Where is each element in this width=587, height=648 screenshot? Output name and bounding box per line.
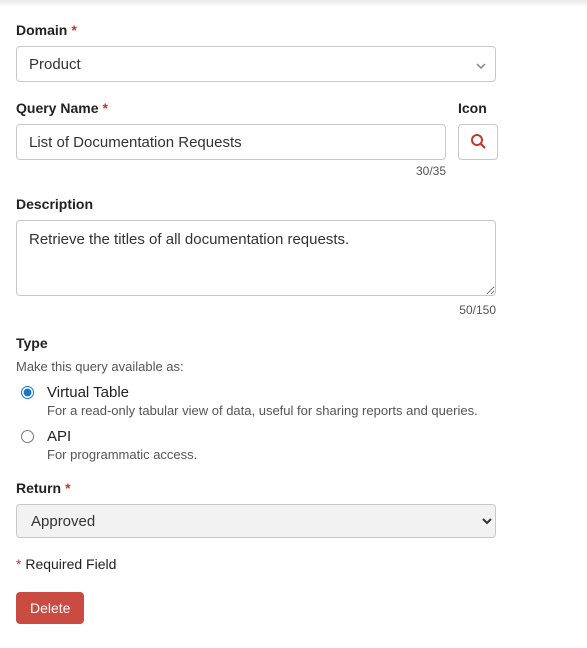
- queryname-row: Query Name * 30/35 Icon: [16, 100, 571, 178]
- description-field: Description 50/150: [16, 196, 571, 317]
- return-label: Return *: [16, 480, 571, 496]
- radio-virtual-table-label: Virtual Table: [47, 384, 478, 401]
- return-label-text: Return: [16, 480, 61, 496]
- icon-label-text: Icon: [458, 100, 487, 116]
- icon-picker-button[interactable]: [458, 124, 498, 160]
- description-textarea[interactable]: [16, 220, 496, 296]
- domain-label: Domain *: [16, 22, 571, 38]
- queryname-counter: 30/35: [16, 164, 446, 178]
- radio-api-textcol: API For programmatic access.: [47, 428, 197, 462]
- description-label: Description: [16, 196, 571, 212]
- type-label: Type: [16, 335, 571, 351]
- icon-col: Icon: [458, 100, 498, 160]
- icon-label: Icon: [458, 100, 498, 116]
- form-container: Domain * Product Query Name * 30/35 Icon: [0, 6, 587, 648]
- radio-api-desc: For programmatic access.: [47, 447, 197, 462]
- search-icon: [470, 133, 486, 152]
- type-radio-group: Virtual Table For a read-only tabular vi…: [16, 384, 571, 462]
- type-subtext: Make this query available as:: [16, 359, 571, 374]
- type-label-text: Type: [16, 335, 48, 351]
- return-select[interactable]: Approved: [16, 504, 496, 538]
- radio-virtual-table-input[interactable]: [21, 386, 34, 399]
- domain-label-text: Domain: [16, 22, 67, 38]
- required-field-note: * Required Field: [16, 556, 571, 572]
- required-mark: *: [71, 22, 76, 38]
- description-counter: 50/150: [16, 303, 496, 317]
- queryname-col: Query Name * 30/35: [16, 100, 446, 178]
- domain-select[interactable]: Product: [16, 46, 496, 82]
- queryname-label-text: Query Name: [16, 100, 98, 116]
- radio-virtual-table-textcol: Virtual Table For a read-only tabular vi…: [47, 384, 478, 418]
- domain-field: Domain * Product: [16, 22, 571, 82]
- radio-virtual-table: Virtual Table For a read-only tabular vi…: [16, 384, 571, 418]
- delete-button[interactable]: Delete: [16, 592, 84, 624]
- queryname-label: Query Name *: [16, 100, 446, 116]
- domain-select-wrap: Product: [16, 46, 496, 82]
- required-mark: *: [65, 480, 70, 496]
- radio-virtual-table-desc: For a read-only tabular view of data, us…: [47, 403, 478, 418]
- radio-api: API For programmatic access.: [16, 428, 571, 462]
- required-text: Required Field: [21, 556, 116, 572]
- radio-api-input[interactable]: [21, 430, 34, 443]
- required-mark: *: [102, 100, 107, 116]
- queryname-input[interactable]: [16, 124, 446, 160]
- return-field: Return * Approved: [16, 480, 571, 538]
- radio-api-label: API: [47, 428, 197, 445]
- description-label-text: Description: [16, 196, 93, 212]
- type-field: Type Make this query available as: Virtu…: [16, 335, 571, 462]
